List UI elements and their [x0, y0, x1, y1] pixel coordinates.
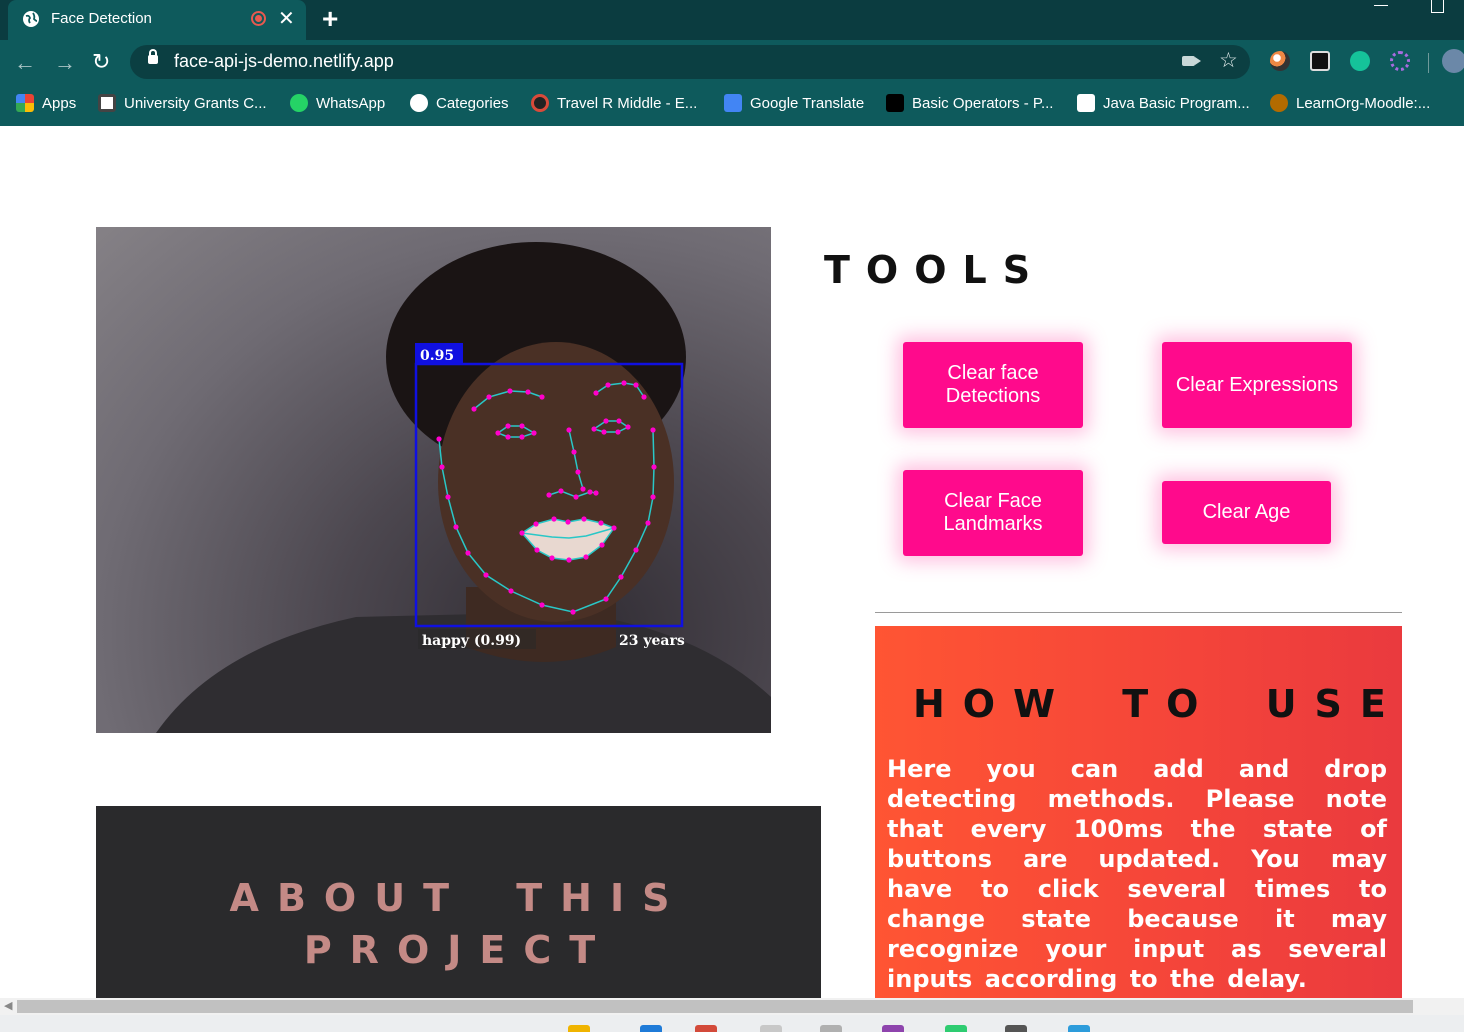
how-to-use-text: Here you can add and drop detecting meth…: [887, 755, 1387, 993]
extension-icon[interactable]: [1390, 51, 1410, 71]
browser-toolbar: ← → ↻ face-api-js-demo.netlify.app ☆: [0, 40, 1464, 84]
chrome-icon[interactable]: [695, 1025, 717, 1032]
maximize-window-button[interactable]: [1431, 0, 1444, 13]
clear-age-button[interactable]: Clear Age: [1162, 481, 1331, 544]
extension-icon[interactable]: [1270, 51, 1290, 71]
edge-icon[interactable]: [640, 1025, 662, 1032]
browser-tab[interactable]: Face Detection ✕: [8, 0, 306, 40]
clear-expressions-button[interactable]: Clear Expressions: [1162, 342, 1352, 428]
bookmark-travel[interactable]: Travel R Middle - E...: [531, 94, 697, 112]
about-panel: ABOUT THIS PROJECT: [96, 806, 821, 998]
new-tab-button[interactable]: +: [322, 3, 338, 35]
about-heading: ABOUT THIS PROJECT: [229, 876, 688, 972]
moodle-icon: [1270, 94, 1288, 112]
scrollbar-thumb[interactable]: [17, 1000, 1413, 1013]
app-icon[interactable]: [945, 1025, 967, 1032]
google-translate-icon: [724, 94, 742, 112]
cube-extension-icon[interactable]: [1310, 51, 1330, 71]
bookmark-moodle[interactable]: LearnOrg-Moodle:...: [1270, 94, 1430, 112]
file-explorer-icon[interactable]: [568, 1025, 590, 1032]
bookmark-ugc[interactable]: University Grants C...: [98, 94, 267, 112]
bookmark-google-translate[interactable]: Google Translate: [724, 94, 864, 112]
grammarly-icon[interactable]: [1350, 51, 1370, 71]
apps-grid-icon: [16, 94, 34, 112]
close-tab-icon[interactable]: ✕: [278, 6, 295, 31]
how-to-use-panel: HOW TO USE Here you can add and drop det…: [875, 626, 1402, 998]
back-arrow-icon[interactable]: ←: [14, 50, 36, 76]
forward-arrow-icon[interactable]: →: [54, 50, 76, 76]
globe-icon: [23, 11, 39, 27]
travel-icon: [531, 94, 549, 112]
expression-label: happy (0.99): [422, 633, 521, 649]
scroll-left-icon[interactable]: ◀: [4, 999, 12, 1012]
tools-heading: TOOLS: [824, 248, 1047, 292]
minimize-window-button[interactable]: [1374, 5, 1388, 6]
bookmark-star-icon[interactable]: ☆: [1219, 48, 1238, 73]
detection-overlay: 0.95 happy (0.99) 23 years: [156, 242, 771, 733]
recording-icon: [251, 11, 266, 26]
camera-in-use-icon[interactable]: [1182, 56, 1201, 66]
section-divider: [875, 612, 1402, 613]
webcam-video: 0.95 happy (0.99) 23 years: [96, 227, 771, 733]
bookmark-basic-operators[interactable]: Basic Operators - P...: [886, 94, 1053, 112]
sf-icon: [886, 94, 904, 112]
reload-icon[interactable]: ↻: [92, 49, 110, 75]
tab-title: Face Detection: [51, 10, 152, 27]
lock-icon: [148, 49, 158, 64]
whatsapp-icon: [290, 94, 308, 112]
toolbar-divider: [1428, 53, 1429, 73]
app-icon[interactable]: [1005, 1025, 1027, 1032]
app-icon[interactable]: [820, 1025, 842, 1032]
url-text[interactable]: face-api-js-demo.netlify.app: [174, 51, 394, 72]
app-icon[interactable]: [882, 1025, 904, 1032]
address-bar[interactable]: face-api-js-demo.netlify.app ☆: [130, 45, 1250, 79]
taskbar: [0, 1015, 1464, 1032]
ugc-icon: [98, 94, 116, 112]
bookmarks-bar: Apps University Grants C... WhatsApp Cat…: [0, 84, 1464, 126]
w3r-icon: [1077, 94, 1095, 112]
age-label: 23 years: [619, 633, 685, 649]
globe-icon: [410, 94, 428, 112]
tab-strip: Face Detection ✕ +: [0, 0, 1464, 40]
bookmark-whatsapp[interactable]: WhatsApp: [290, 94, 385, 112]
clear-face-detections-button[interactable]: Clear face Detections: [903, 342, 1083, 428]
bookmark-categories[interactable]: Categories: [410, 94, 509, 112]
horizontal-scrollbar[interactable]: ◀: [0, 998, 1464, 1015]
bookmark-apps[interactable]: Apps: [16, 94, 76, 112]
how-to-use-heading: HOW TO USE: [913, 682, 1402, 726]
app-icon[interactable]: [1068, 1025, 1090, 1032]
clear-face-landmarks-button[interactable]: Clear Face Landmarks: [903, 470, 1083, 556]
bookmark-java[interactable]: Java Basic Program...: [1077, 94, 1250, 112]
detection-score: 0.95: [420, 348, 454, 364]
app-icon[interactable]: [760, 1025, 782, 1032]
profile-avatar[interactable]: [1442, 49, 1464, 73]
